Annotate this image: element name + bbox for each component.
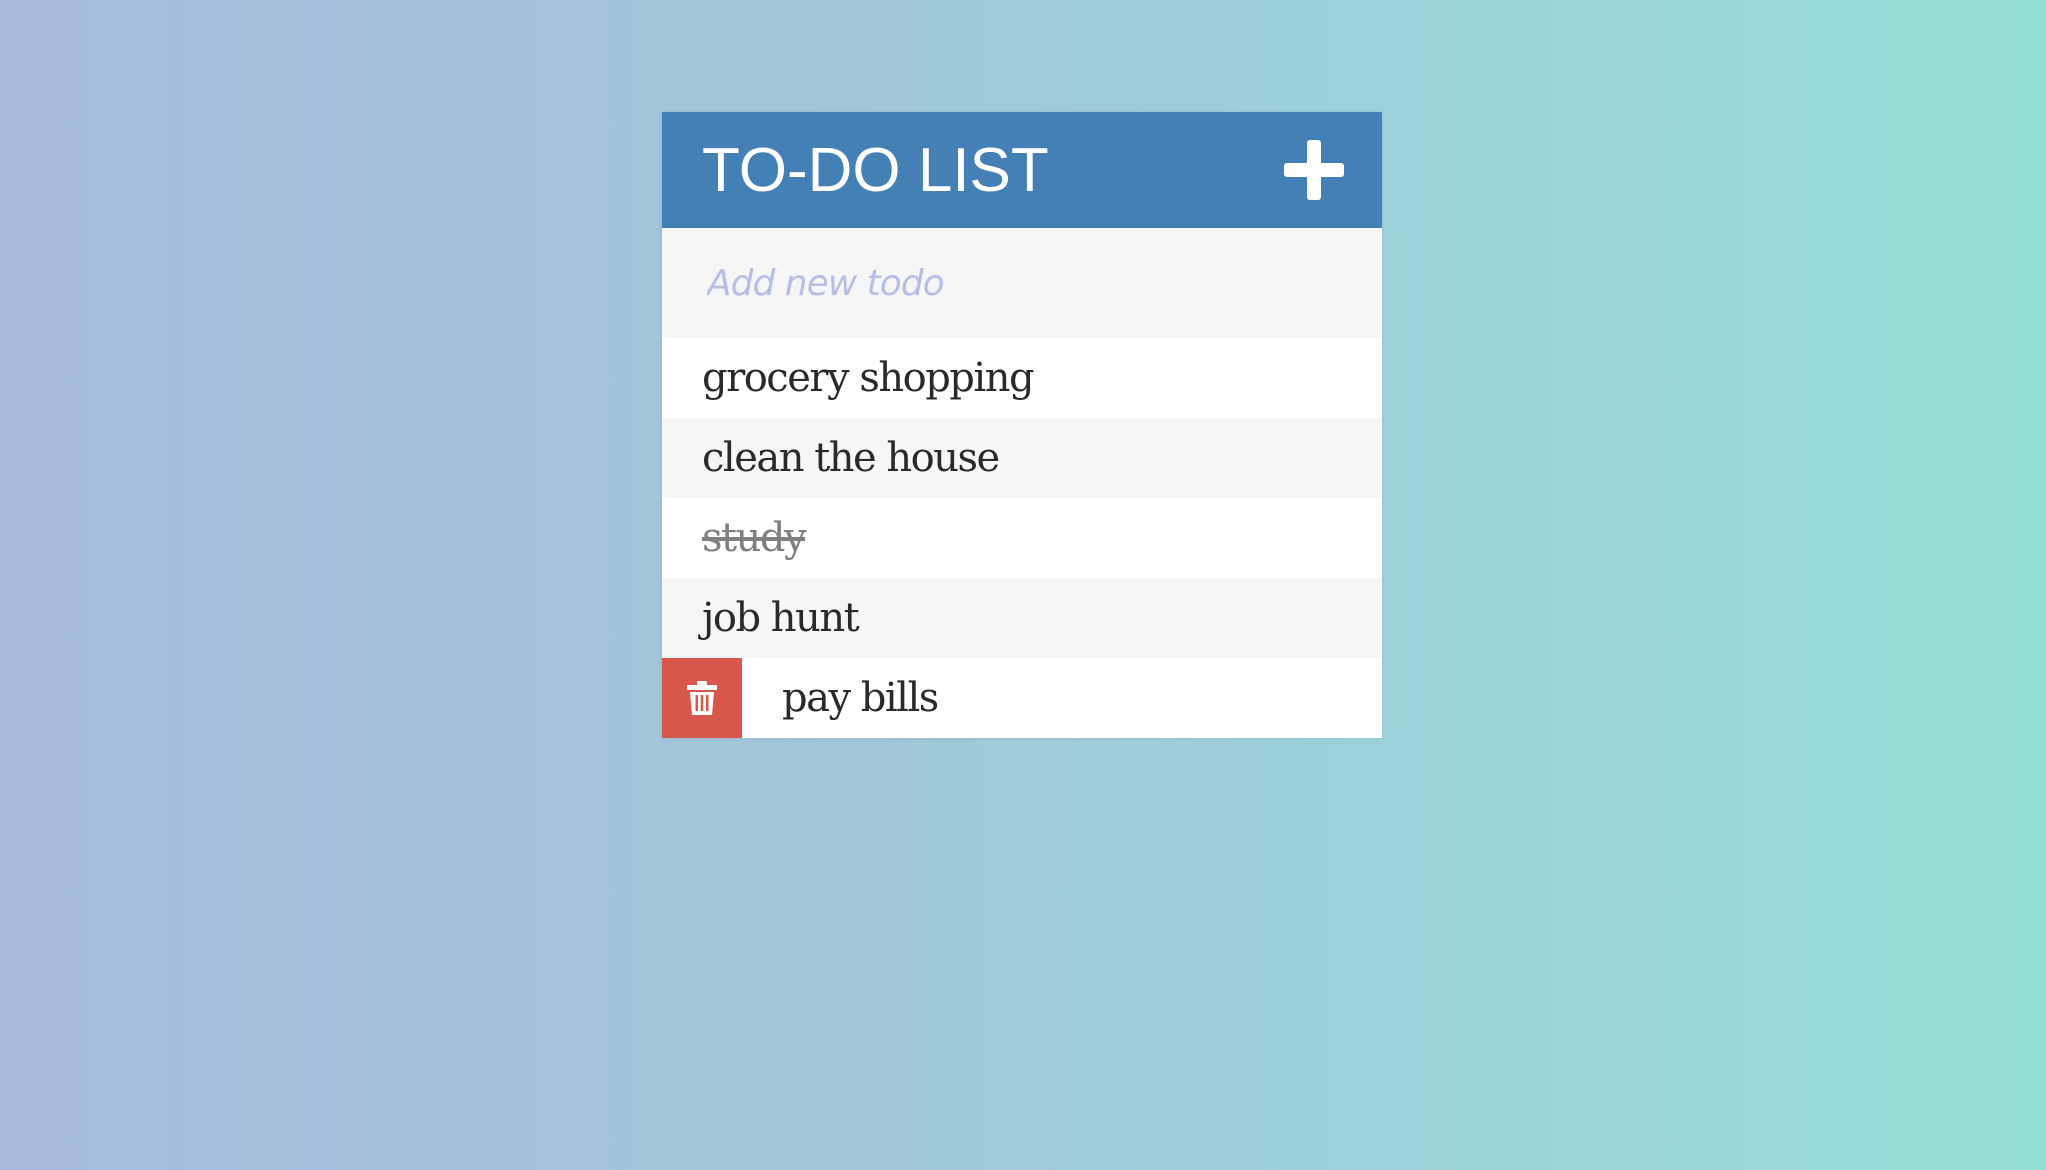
- page-title: TO-DO LIST: [702, 135, 1049, 205]
- todo-label: study: [702, 515, 807, 561]
- todo-header: TO-DO LIST: [662, 112, 1382, 228]
- todo-label: job hunt: [702, 595, 860, 641]
- todo-label: grocery shopping: [702, 355, 1035, 401]
- todo-item-pay-bills[interactable]: pay bills: [662, 658, 1382, 738]
- plus-icon[interactable]: [1284, 140, 1344, 200]
- todo-item-study[interactable]: study: [662, 498, 1382, 578]
- new-todo-input[interactable]: [662, 228, 1382, 338]
- todo-label: clean the house: [702, 435, 1000, 481]
- todo-item-job-hunt[interactable]: job hunt: [662, 578, 1382, 658]
- todo-item-clean-the-house[interactable]: clean the house: [662, 418, 1382, 498]
- todo-item-grocery-shopping[interactable]: grocery shopping: [662, 338, 1382, 418]
- trash-icon: [687, 681, 717, 715]
- todo-label: pay bills: [782, 675, 939, 721]
- todo-list: grocery shopping clean the house study j…: [662, 338, 1382, 738]
- delete-button[interactable]: [662, 658, 742, 738]
- todo-card: TO-DO LIST grocery shopping clean the ho…: [662, 112, 1382, 738]
